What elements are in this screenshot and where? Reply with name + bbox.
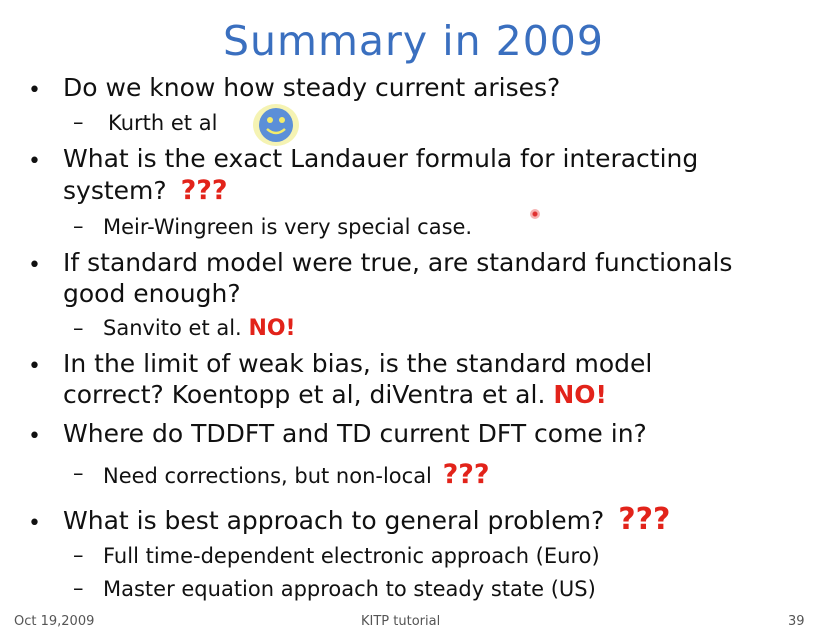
smiley-face-icon	[253, 104, 299, 146]
dash-icon: –	[73, 461, 84, 485]
bullet-icon: •	[28, 253, 41, 278]
bullet-icon: •	[28, 424, 41, 449]
sub-bullet-text-row: Sanvito et al. NO!	[103, 316, 296, 341]
question-marks: ???	[180, 175, 228, 206]
sub-bullet-text: Sanvito et al.	[103, 316, 242, 340]
dash-icon: –	[73, 110, 84, 134]
bullet-text: system?	[63, 176, 167, 205]
no-answer: NO!	[248, 316, 296, 341]
slide-number: 39	[788, 614, 805, 629]
slide: Summary in 2009 • Do we know how steady …	[0, 0, 827, 644]
bullet-text: What is the exact Landauer formula for i…	[63, 144, 699, 173]
bullet-icon: •	[28, 511, 41, 536]
question-marks: ???	[618, 502, 671, 537]
dash-icon: –	[73, 214, 84, 238]
laser-pointer-dot	[530, 209, 540, 219]
sub-bullet-text: Master equation approach to steady state…	[103, 577, 596, 601]
sub-bullet-text: Full time-dependent electronic approach …	[103, 544, 600, 568]
bullet-icon: •	[28, 78, 41, 103]
footer-title: KITP tutorial	[361, 614, 441, 629]
dash-icon: –	[73, 576, 84, 600]
bullet-text: good enough?	[63, 279, 241, 308]
bullet-text: If standard model were true, are standar…	[63, 248, 733, 277]
bullet-text: correct? Koentopp et al, diVentra et al.	[63, 380, 546, 409]
bullet-text: Do we know how steady current arises?	[63, 73, 561, 102]
bullet-icon: •	[28, 149, 41, 174]
bullet-text-row: What is best approach to general problem…	[63, 502, 670, 537]
dash-icon: –	[73, 543, 84, 567]
bullet-text-continued: correct? Koentopp et al, diVentra et al.…	[63, 380, 607, 409]
sub-bullet-text: Kurth et al	[108, 111, 218, 135]
sub-bullet-text-row: Need corrections, but non-local ???	[103, 459, 490, 490]
sub-bullet-text: Meir-Wingreen is very special case.	[103, 215, 473, 239]
question-marks: ???	[442, 459, 490, 490]
slide-title: Summary in 2009	[223, 17, 604, 65]
dash-icon: –	[73, 316, 84, 340]
no-answer: NO!	[553, 380, 607, 409]
bullet-text: In the limit of weak bias, is the standa…	[63, 349, 653, 378]
footer-date: Oct 19,2009	[14, 614, 95, 629]
bullet-text-continued: system? ???	[63, 175, 228, 206]
sub-bullet-text: Need corrections, but non-local	[103, 464, 432, 488]
bullet-text: Where do TDDFT and TD current DFT come i…	[63, 419, 647, 448]
bullet-text: What is best approach to general problem…	[63, 506, 605, 535]
bullet-icon: •	[28, 354, 41, 379]
